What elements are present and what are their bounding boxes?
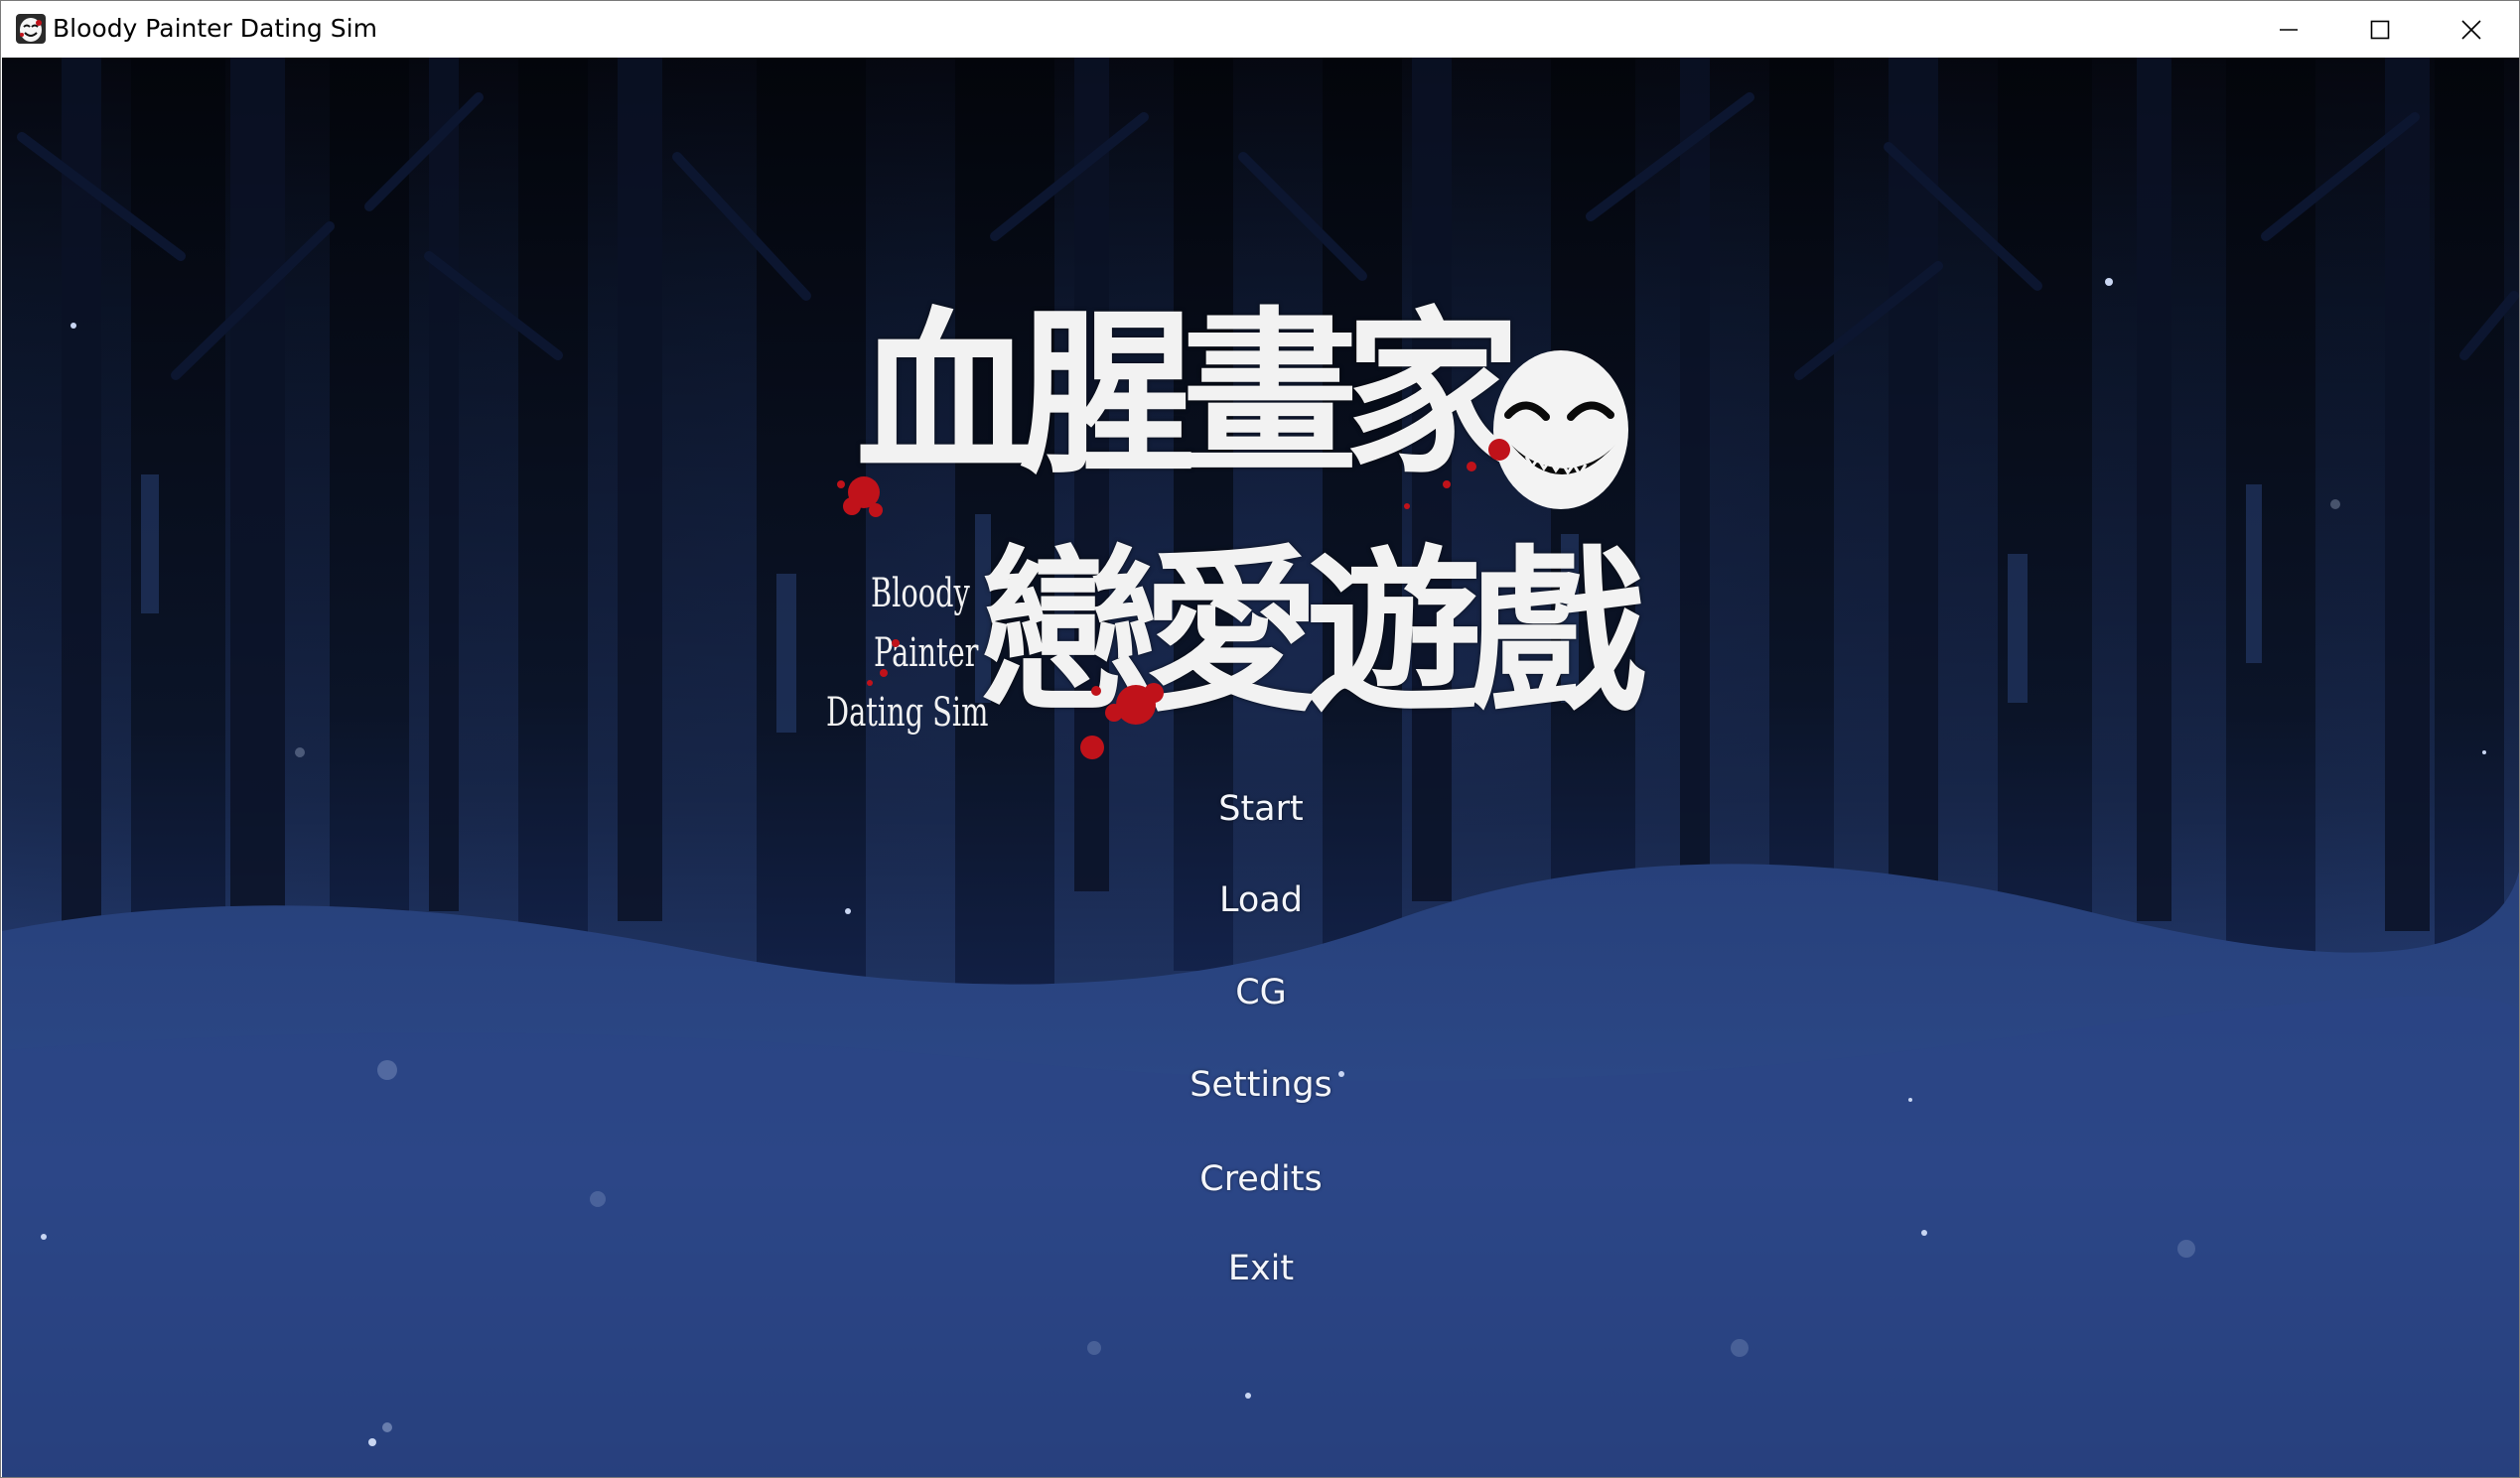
menu-credits-button[interactable]: Credits — [1112, 1157, 1410, 1201]
app-window: Bloody Painter Dating Sim 血腥畫家 戀愛遊戲 Bloo… — [0, 0, 2520, 1478]
smiling-mask-icon — [1486, 345, 1635, 518]
logo-title-kanji-bottom: 戀愛遊戲 — [980, 528, 1645, 736]
window-title: Bloody Painter Dating Sim — [53, 14, 377, 43]
title-bar[interactable]: Bloody Painter Dating Sim — [1, 1, 2519, 58]
game-screen: 血腥畫家 戀愛遊戲 Bloody Painter Dating Sim Star… — [2, 58, 2519, 1477]
logo-title-kanji-top: 血腥畫家 — [856, 290, 1521, 497]
mask-app-icon — [15, 13, 47, 45]
menu-exit-button[interactable]: Exit — [1112, 1247, 1410, 1290]
close-icon — [2460, 19, 2482, 41]
maximize-button[interactable] — [2334, 1, 2426, 58]
maximize-icon — [2369, 19, 2391, 41]
game-logo: 血腥畫家 戀愛遊戲 Bloody Painter Dating Sim — [796, 246, 1670, 802]
close-button[interactable] — [2426, 1, 2517, 58]
menu-start-button[interactable]: Start — [1112, 787, 1410, 831]
menu-load-button[interactable]: Load — [1112, 878, 1410, 922]
menu-cg-button[interactable]: CG — [1112, 971, 1410, 1014]
minimize-button[interactable] — [2243, 1, 2334, 58]
logo-english-painter: Painter — [874, 630, 979, 676]
logo-english-dating-sim: Dating Sim — [826, 690, 989, 736]
menu-settings-button[interactable]: Settings — [1112, 1063, 1410, 1107]
minimize-icon — [2278, 19, 2300, 41]
logo-english-bloody: Bloody — [871, 571, 970, 616]
